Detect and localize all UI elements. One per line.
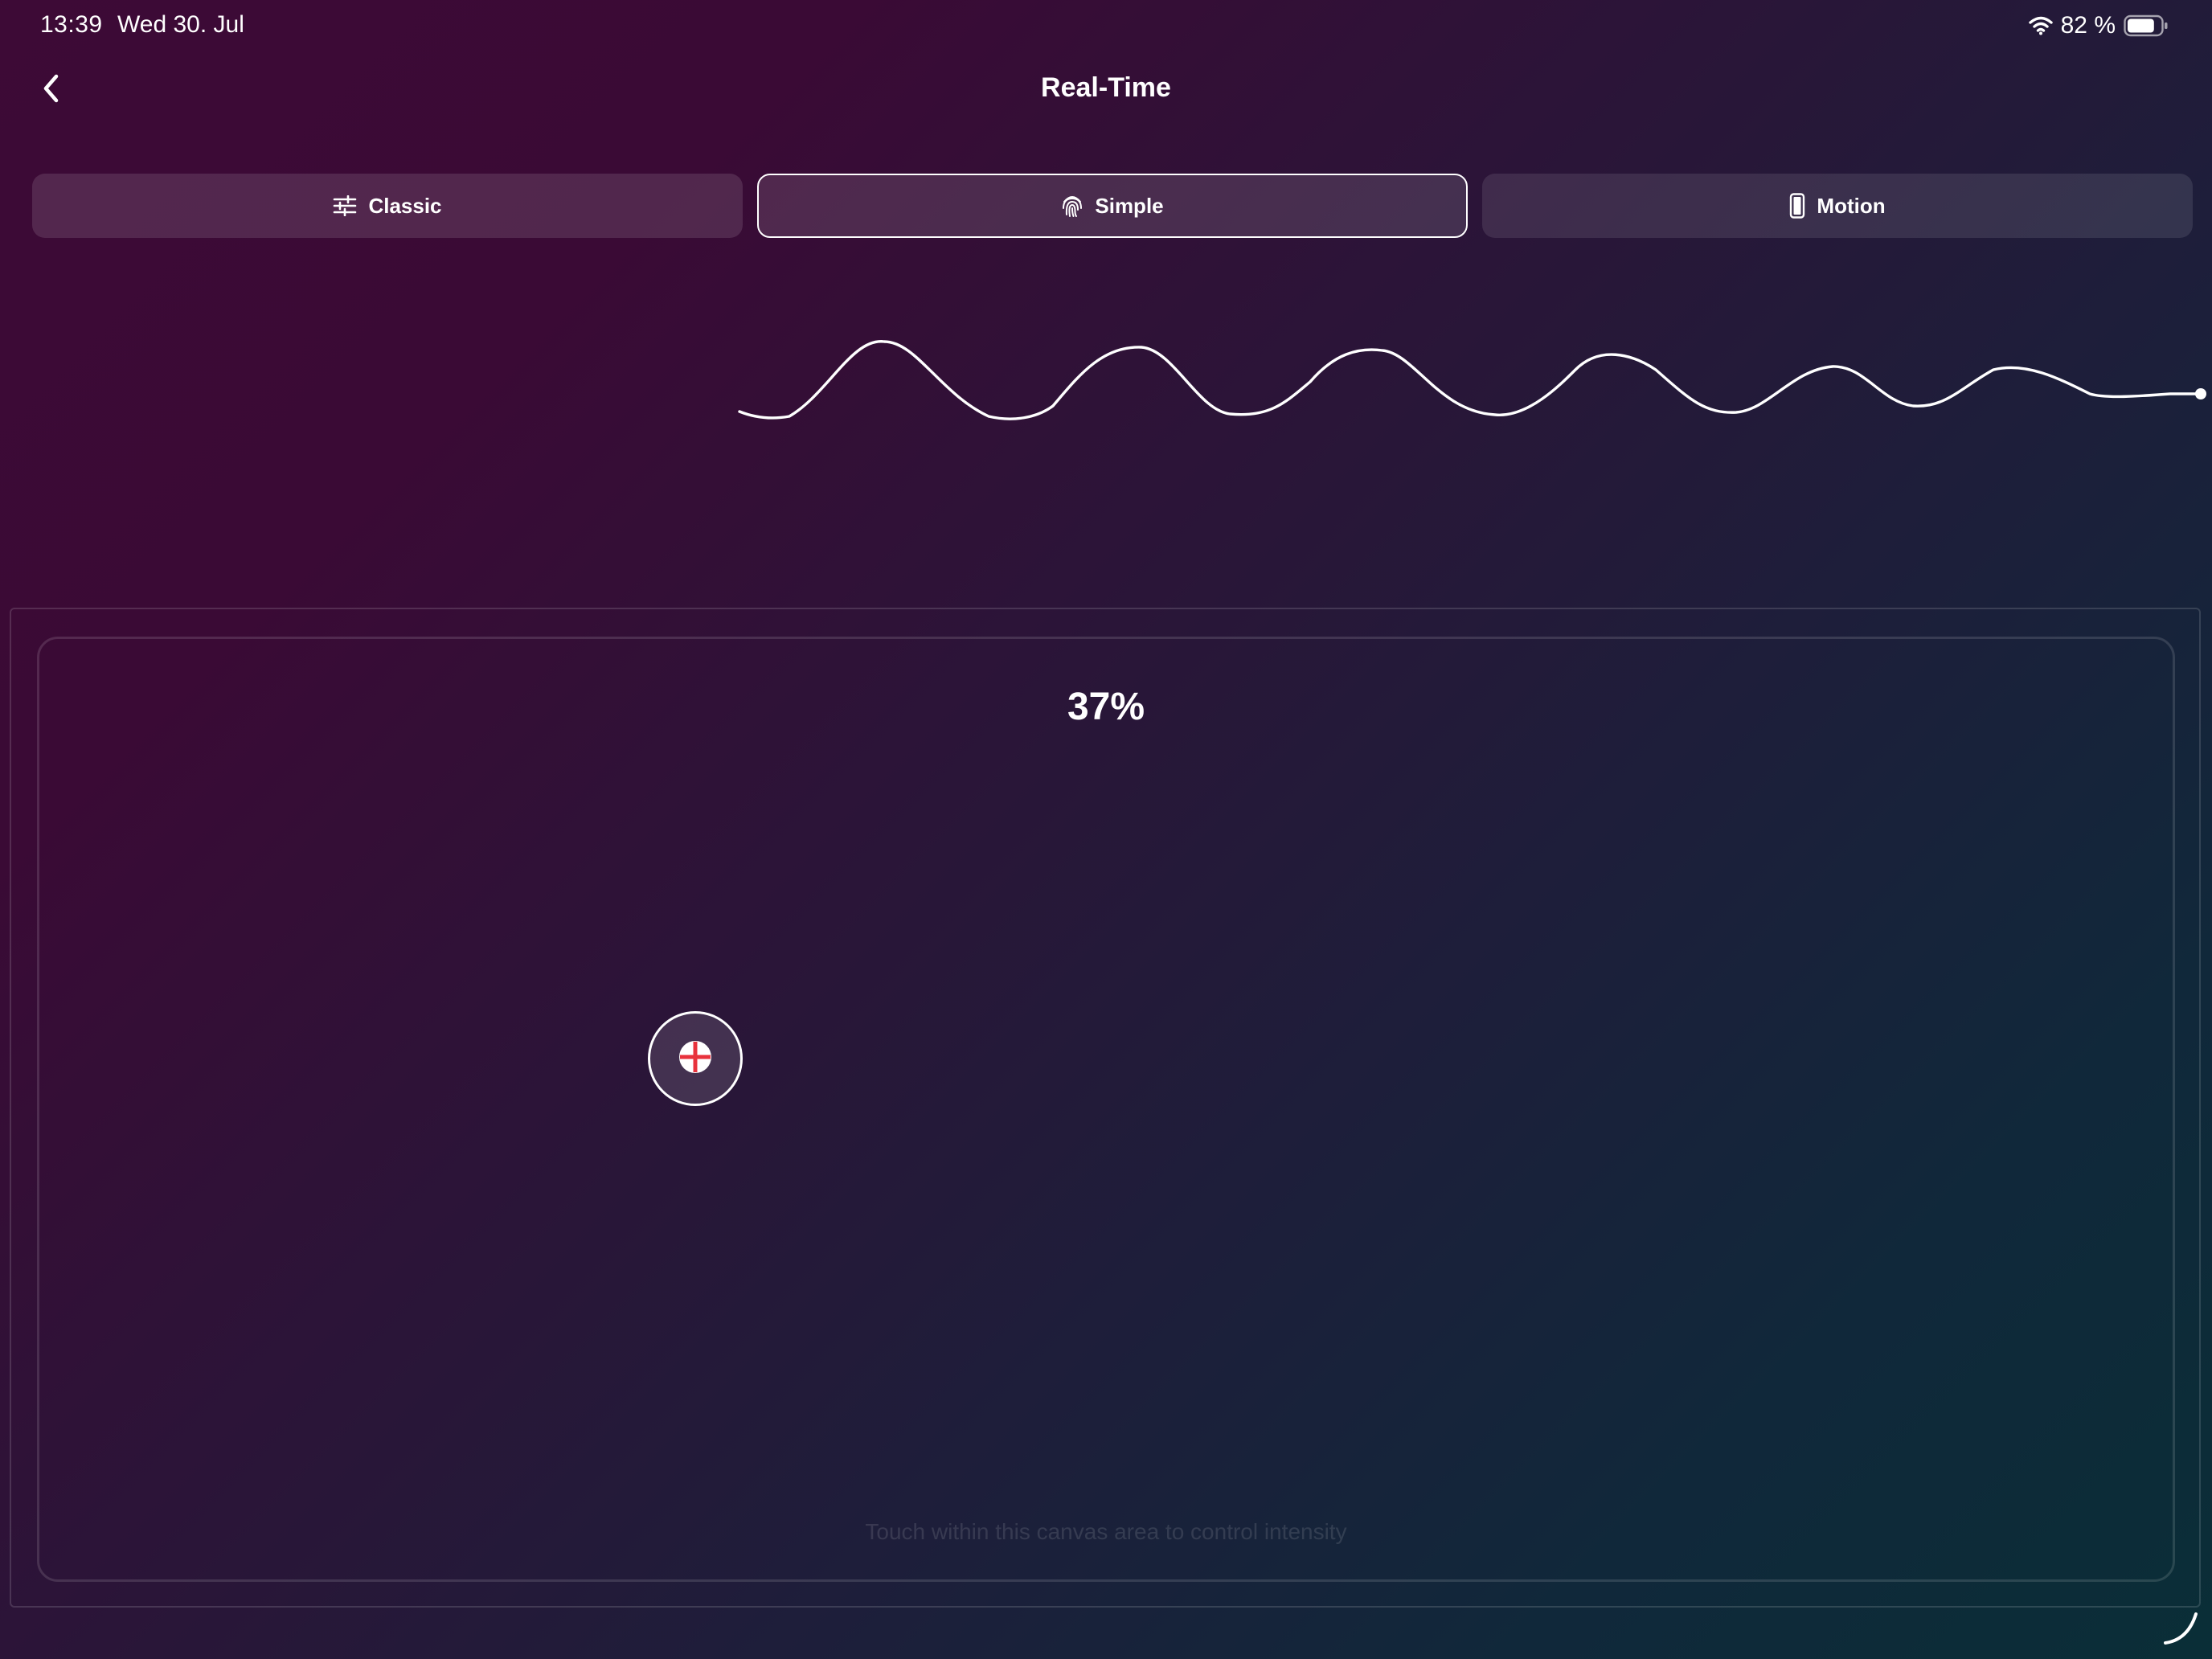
battery-percent: 82 % xyxy=(2060,12,2116,39)
battery-icon xyxy=(2124,14,2169,37)
intensity-value: 37% xyxy=(1067,686,1145,728)
mode-tabs: Classic Simple Motion xyxy=(32,174,2193,238)
crosshair-icon xyxy=(678,1039,713,1079)
page-title: Real-Time xyxy=(1041,72,1171,103)
status-indicators: 82 % xyxy=(2028,10,2169,42)
sliders-icon xyxy=(333,195,357,216)
waveform-endpoint xyxy=(2195,388,2206,399)
tab-simple-label: Simple xyxy=(1095,193,1164,218)
intensity-waveform xyxy=(738,340,2206,420)
status-time: 13:39 xyxy=(40,11,103,38)
tab-motion-label: Motion xyxy=(1817,193,1886,218)
status-bar: 13:39 Wed 30. Jul 82 % xyxy=(0,0,2212,51)
tab-classic[interactable]: Classic xyxy=(32,174,743,238)
battery-fill xyxy=(2128,18,2154,33)
waveform-line xyxy=(738,340,2202,420)
navigation-bar: Real-Time xyxy=(0,58,2212,122)
canvas-hint: Touch within this canvas area to control… xyxy=(865,1519,1347,1544)
status-date: Wed 30. Jul xyxy=(117,11,244,38)
tab-simple[interactable]: Simple xyxy=(757,174,1468,238)
intensity-handle[interactable] xyxy=(648,1011,743,1106)
resize-handle-icon[interactable] xyxy=(2161,1608,2201,1648)
tab-classic-label: Classic xyxy=(368,193,442,218)
intensity-canvas[interactable] xyxy=(37,637,2175,1582)
fingerprint-icon xyxy=(1061,194,1083,218)
tab-motion[interactable]: Motion xyxy=(1482,174,2193,238)
phone-icon xyxy=(1789,193,1805,219)
wifi-icon xyxy=(2028,16,2053,35)
